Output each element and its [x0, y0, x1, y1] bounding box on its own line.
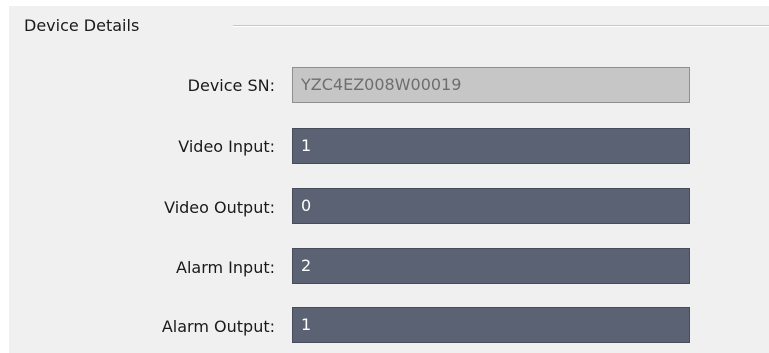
alarm-output-field[interactable]: 1	[292, 307, 690, 343]
alarm-output-label: Alarm Output:	[161, 317, 275, 336]
section-divider	[233, 25, 769, 27]
device-sn-label: Device SN:	[187, 76, 275, 95]
video-input-label: Video Input:	[178, 137, 275, 156]
video-output-label: Video Output:	[164, 198, 275, 217]
device-sn-field: YZC4EZ008W00019	[292, 67, 690, 103]
video-input-field[interactable]: 1	[292, 128, 690, 164]
device-details-panel	[9, 6, 769, 353]
alarm-input-label: Alarm Input:	[176, 258, 275, 277]
alarm-input-field[interactable]: 2	[292, 248, 690, 284]
video-output-field[interactable]: 0	[292, 188, 690, 224]
section-title: Device Details	[24, 16, 140, 35]
